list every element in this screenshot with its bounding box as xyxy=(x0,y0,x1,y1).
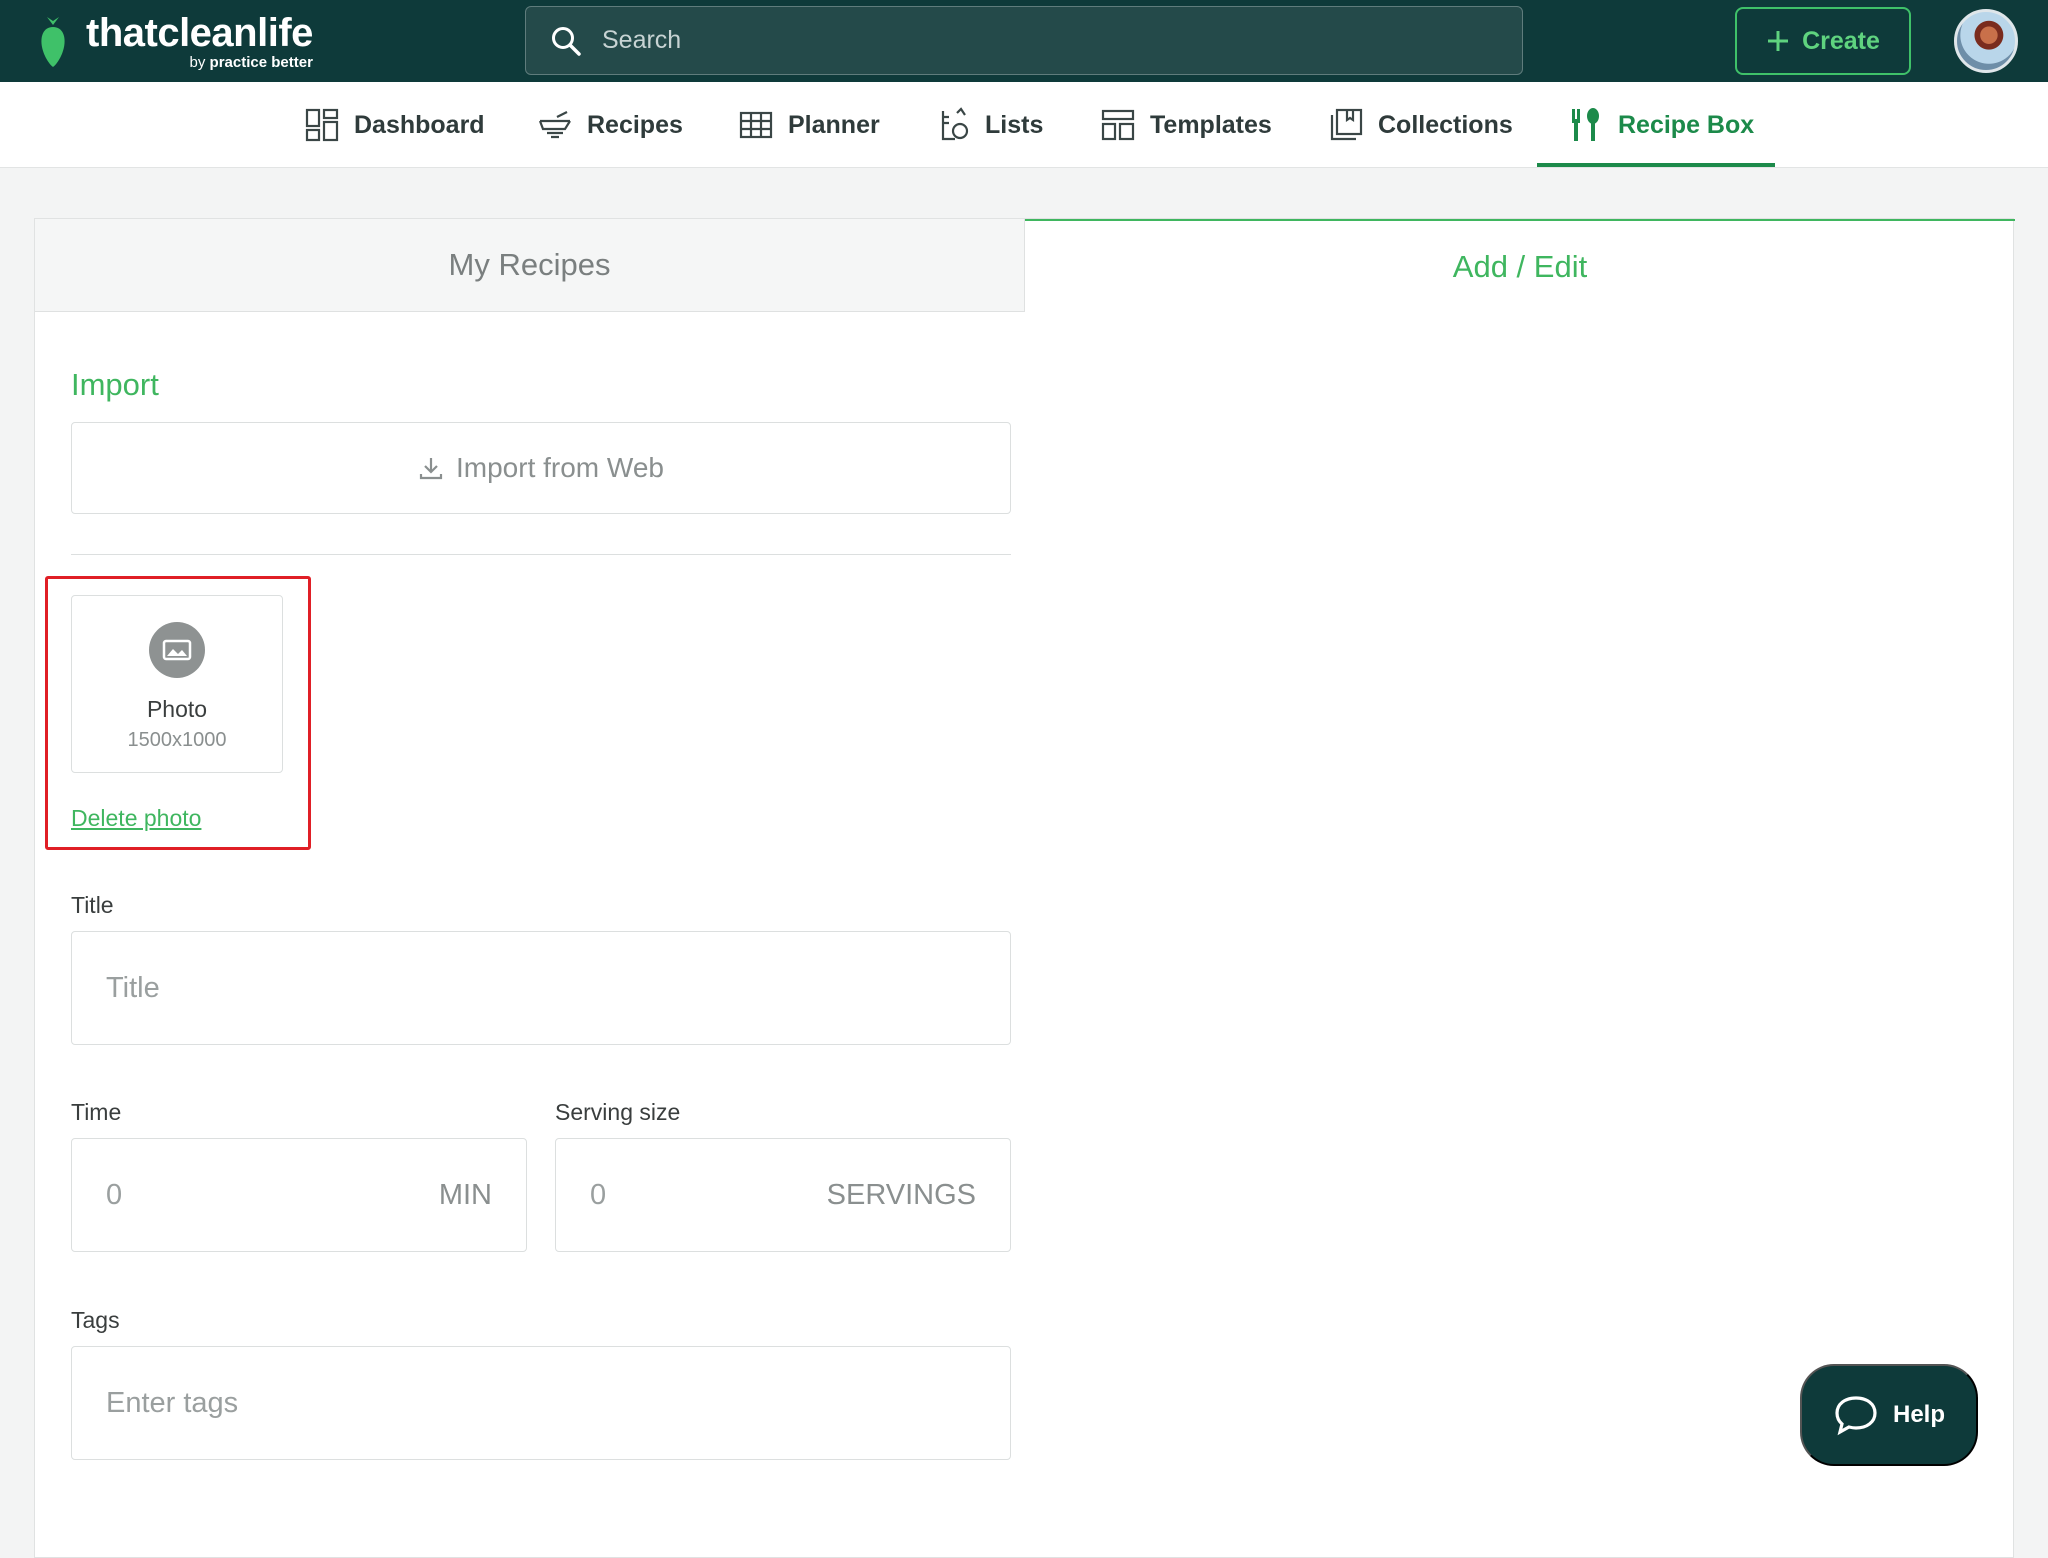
help-label: Help xyxy=(1892,1401,1945,1428)
nav-item-lists[interactable]: Lists xyxy=(935,82,1043,168)
import-button-label: Import from Web xyxy=(456,452,664,483)
nav-item-recipes[interactable]: Recipes xyxy=(537,82,683,168)
search-input[interactable] xyxy=(602,26,1502,55)
logo-mark-icon xyxy=(41,17,65,67)
nav-label-dashboard: Dashboard xyxy=(354,110,485,139)
serving-size-input[interactable] xyxy=(590,1178,827,1212)
nav-label-templates: Templates xyxy=(1150,110,1272,139)
tags-label: Tags xyxy=(71,1307,120,1333)
nav-label-lists: Lists xyxy=(985,110,1044,139)
nav-label-recipe-box: Recipe Box xyxy=(1618,110,1755,139)
collections-icon xyxy=(1330,108,1363,141)
main-nav: Dashboard Recipes Planner Lists Template… xyxy=(0,82,2048,168)
nav-item-recipe-box[interactable]: Recipe Box xyxy=(1568,82,1754,168)
user-avatar[interactable] xyxy=(1954,9,2018,73)
create-button[interactable]: Create xyxy=(1735,7,1911,75)
recipe-box-icon xyxy=(1572,108,1599,141)
tab-add-edit[interactable]: Add / Edit xyxy=(1025,219,2015,312)
photo-upload[interactable]: Photo 1500x1000 xyxy=(71,595,283,773)
title-input[interactable] xyxy=(106,971,976,1005)
brand-subtitle: by practice better xyxy=(190,55,313,70)
photo-dimensions: 1500x1000 xyxy=(127,729,227,751)
time-field[interactable]: MIN xyxy=(71,1138,527,1252)
search-bar[interactable] xyxy=(525,6,1523,75)
recipe-editor-card: My Recipes Add / Edit Import Import from… xyxy=(34,218,2015,1558)
recipes-icon xyxy=(538,111,571,139)
serving-unit: SERVINGS xyxy=(826,1178,976,1211)
brand-logo[interactable]: thatcleanlife by practice better xyxy=(38,8,313,74)
download-icon xyxy=(419,458,443,480)
nav-item-collections[interactable]: Collections xyxy=(1328,82,1513,168)
serving-size-field[interactable]: SERVINGS xyxy=(555,1138,1011,1252)
serving-size-label: Serving size xyxy=(555,1099,681,1125)
time-unit: MIN xyxy=(438,1178,492,1211)
import-section-title: Import xyxy=(71,367,159,402)
search-icon xyxy=(552,26,581,56)
plus-icon xyxy=(1768,31,1789,51)
title-label: Title xyxy=(71,892,114,918)
nav-item-planner[interactable]: Planner xyxy=(738,82,880,168)
tab-my-recipes[interactable]: My Recipes xyxy=(35,219,1025,312)
brand-name: thatcleanlife xyxy=(86,10,313,55)
brand-sub-name: practice better xyxy=(209,53,313,71)
delete-photo-link[interactable]: Delete photo xyxy=(71,805,201,832)
chat-bubble-icon xyxy=(1835,1396,1877,1436)
templates-icon xyxy=(1101,109,1135,141)
top-bar: thatcleanlife by practice better Create xyxy=(0,0,2048,82)
time-label: Time xyxy=(71,1099,122,1125)
create-button-label: Create xyxy=(1802,26,1880,55)
nav-label-recipes: Recipes xyxy=(587,110,683,139)
nav-label-collections: Collections xyxy=(1378,110,1513,139)
time-input[interactable] xyxy=(106,1178,439,1212)
title-field[interactable] xyxy=(71,931,1011,1045)
nav-label-planner: Planner xyxy=(788,110,880,139)
tags-input[interactable] xyxy=(106,1386,976,1420)
nav-item-templates[interactable]: Templates xyxy=(1100,82,1272,168)
import-from-web-button[interactable]: Import from Web xyxy=(71,422,1011,514)
active-tab-indicator xyxy=(1537,163,1775,167)
help-button[interactable]: Help xyxy=(1800,1364,1978,1466)
tags-field[interactable] xyxy=(71,1346,1011,1460)
dashboard-icon xyxy=(305,108,339,142)
photo-label: Photo xyxy=(146,696,208,722)
planner-icon xyxy=(739,111,773,139)
lists-icon xyxy=(941,107,969,141)
brand-sub-prefix: by xyxy=(189,53,206,71)
section-divider xyxy=(71,554,1011,555)
nav-item-dashboard[interactable]: Dashboard xyxy=(304,82,485,168)
image-icon xyxy=(149,622,205,678)
